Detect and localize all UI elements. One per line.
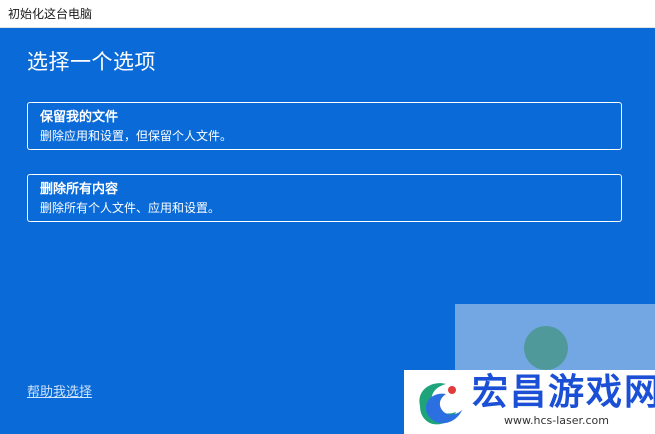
window-title: 初始化这台电脑 xyxy=(8,7,93,21)
remove-everything-option[interactable]: 删除所有内容 删除所有个人文件、应用和设置。 xyxy=(27,174,622,222)
option-description: 删除所有个人文件、应用和设置。 xyxy=(40,201,221,215)
keep-my-files-option[interactable]: 保留我的文件 删除应用和设置，但保留个人文件。 xyxy=(27,102,622,150)
page-title: 选择一个选项 xyxy=(27,50,156,74)
option-description: 删除应用和设置，但保留个人文件。 xyxy=(40,129,233,143)
watermark-url: www.hcs-laser.com xyxy=(504,414,609,427)
option-title: 保留我的文件 xyxy=(40,110,119,125)
watermark-name: 宏昌游戏网 xyxy=(472,372,655,413)
watermark: 宏昌游戏网 www.hcs-laser.com xyxy=(404,370,655,434)
option-title: 删除所有内容 xyxy=(40,182,119,197)
help-me-choose-link[interactable]: 帮助我选择 xyxy=(27,384,92,402)
watermark-logo-icon xyxy=(419,383,462,425)
watermark-globe-icon xyxy=(524,326,568,370)
title-bar: 初始化这台电脑 xyxy=(0,0,655,28)
